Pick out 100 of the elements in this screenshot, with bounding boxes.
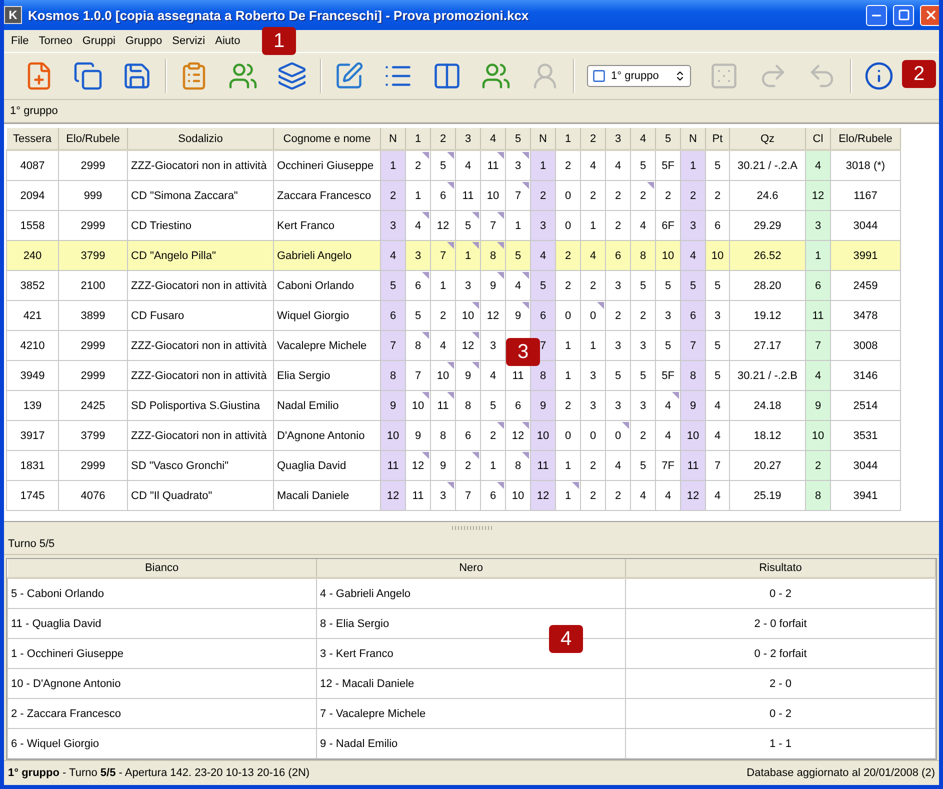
table-cell: 11 bbox=[806, 300, 830, 330]
table-row[interactable]: 2094 999 CD "Simona Zaccara" Zaccara Francesco 2 1 6 11 10 7 2 0 2 2 2 2 2 2 24.6 12 1167 bbox=[6, 180, 900, 210]
minimize-button[interactable] bbox=[866, 4, 887, 26]
column-header[interactable]: Pt bbox=[706, 128, 730, 150]
table-cell: 1 bbox=[556, 480, 580, 510]
table-cell: 4076 bbox=[58, 480, 128, 510]
table-cell: 11 - Quaglia David bbox=[8, 608, 317, 638]
table-cell: 3 bbox=[806, 210, 830, 240]
splitter-handle[interactable] bbox=[452, 526, 492, 530]
column-header[interactable]: 1 bbox=[556, 128, 580, 150]
table-row[interactable]: 3949 2999 ZZZ-Giocatori non in attività Elia Sergio 8 7 10 9 4 11 8 1 3 5 5 5F 8 5 30.21 / -.2.B 4 3146 bbox=[6, 360, 900, 390]
column-header[interactable]: N bbox=[680, 128, 706, 150]
column-header[interactable]: Elo/Rubele bbox=[830, 128, 900, 150]
table-cell: 10 - D'Agnone Antonio bbox=[8, 668, 317, 698]
table-row[interactable]: 1558 2999 CD Triestino Kert Franco 3 4 12 5 7 1 3 0 1 2 4 6F 3 6 29.29 3 3044 bbox=[6, 210, 900, 240]
users-icon bbox=[228, 61, 258, 91]
column-header[interactable]: 1 bbox=[406, 128, 430, 150]
menu-item[interactable]: Gruppi bbox=[77, 35, 120, 47]
table-row[interactable]: 240 3799 CD "Angelo Pilla" Gabrieli Angelo 4 3 7 1 8 5 4 2 4 6 8 10 4 10 26.52 1 3991 bbox=[6, 240, 900, 270]
close-icon bbox=[924, 8, 938, 22]
table-cell: 12 bbox=[530, 480, 556, 510]
group-select[interactable]: 1° gruppo bbox=[587, 65, 691, 87]
column-header[interactable]: 4 bbox=[630, 128, 656, 150]
table-row[interactable]: 4087 2999 ZZZ-Giocatori non in attività Occhineri Giuseppe 1 2 5 4 11 3 1 2 4 4 5 5F 1 5 30.21 / -.2.A 4 3018 (*) bbox=[6, 150, 900, 180]
table-cell: 6 bbox=[680, 300, 706, 330]
table-cell: 2 - 0 forfait bbox=[626, 608, 936, 638]
table-cell: 10 bbox=[530, 420, 556, 450]
column-header[interactable]: 3 bbox=[606, 128, 630, 150]
table-cell: 4 bbox=[806, 150, 830, 180]
table-cell: 11 bbox=[380, 450, 406, 480]
table-cell: 7 bbox=[380, 330, 406, 360]
menu-item[interactable]: Servizi bbox=[167, 35, 210, 47]
table-row[interactable]: 421 3899 CD Fusaro Wiquel Giorgio 6 5 2 10 12 9 6 0 0 2 2 3 6 3 19.12 11 3478 bbox=[6, 300, 900, 330]
table-cell: 0 - 2 forfait bbox=[626, 638, 936, 668]
round-label: Turno 5/5 bbox=[8, 538, 55, 550]
table-cell: 7 bbox=[456, 480, 480, 510]
table-cell: 2 bbox=[680, 180, 706, 210]
table-row[interactable]: 1745 4076 CD "Il Quadrato" Macali Daniele 12 11 3 7 6 10 12 1 2 2 4 4 12 4 25.19 8 3941 bbox=[6, 480, 900, 510]
windows-icon bbox=[73, 61, 103, 91]
table-cell: 12 bbox=[680, 480, 706, 510]
menu-item[interactable]: File bbox=[6, 35, 34, 47]
table-cell: 6 bbox=[380, 300, 406, 330]
table-row[interactable]: 3917 3799 ZZZ-Giocatori non in attività D'Agnone Antonio 10 9 8 6 2 12 10 0 0 0 2 4 10 4 18.12 10 3531 bbox=[6, 420, 900, 450]
column-header[interactable]: Cognome e nome bbox=[274, 128, 380, 150]
table-cell: 3941 bbox=[830, 480, 900, 510]
table-cell: 1 bbox=[680, 150, 706, 180]
maximize-button[interactable] bbox=[893, 4, 914, 26]
save-icon bbox=[122, 61, 152, 91]
table-cell: 3 bbox=[530, 210, 556, 240]
column-header[interactable]: Bianco bbox=[8, 559, 317, 578]
column-header[interactable]: 4 bbox=[480, 128, 506, 150]
callout-badge: 3 bbox=[506, 338, 540, 366]
column-header[interactable]: Tessera bbox=[6, 128, 58, 150]
table-cell: 2 bbox=[806, 450, 830, 480]
table-cell: 2 - 0 bbox=[626, 668, 936, 698]
menu-item[interactable]: Gruppo bbox=[120, 35, 168, 47]
table-cell: 4 bbox=[806, 360, 830, 390]
table-cell: 11 bbox=[406, 480, 430, 510]
column-header[interactable]: 5 bbox=[656, 128, 680, 150]
table-cell: 9 - Nadal Emilio bbox=[316, 728, 626, 758]
menu-item[interactable]: Torneo bbox=[34, 35, 78, 47]
table-cell: 10 bbox=[806, 420, 830, 450]
column-header[interactable]: 2 bbox=[580, 128, 606, 150]
table-cell: 1745 bbox=[6, 480, 58, 510]
group-label: 1° gruppo bbox=[10, 105, 58, 117]
column-header[interactable]: 2 bbox=[430, 128, 456, 150]
close-button[interactable] bbox=[920, 4, 939, 26]
table-cell: CD "Il Quadrato" bbox=[128, 480, 274, 510]
table-cell: 2 - Zaccara Francesco bbox=[8, 698, 317, 728]
menu-item[interactable]: Aiuto bbox=[210, 35, 246, 47]
table-cell: 2 bbox=[380, 180, 406, 210]
table-cell: 10 bbox=[680, 420, 706, 450]
column-header[interactable]: 5 bbox=[506, 128, 530, 150]
table-row[interactable]: 3852 2100 ZZZ-Giocatori non in attività Caboni Orlando 5 6 1 3 9 4 5 2 2 3 5 5 5 5 28.20 6 2459 bbox=[6, 270, 900, 300]
column-header[interactable]: Cl bbox=[806, 128, 830, 150]
table-cell: 2 bbox=[580, 480, 606, 510]
table-cell: 12 bbox=[380, 480, 406, 510]
table-row[interactable]: 139 2425 SD Polisportiva S.Giustina Nadal Emilio 9 10 11 8 5 6 9 2 3 3 3 4 9 4 24.18 9 2514 bbox=[6, 390, 900, 420]
table-cell: 6 - Wiquel Giorgio bbox=[8, 728, 317, 758]
table-row[interactable]: 1831 2999 SD "Vasco Gronchi" Quaglia David 11 12 9 2 1 8 11 1 2 4 5 7F 11 7 20.27 2 3044 bbox=[6, 450, 900, 480]
table-cell: 5 bbox=[680, 270, 706, 300]
column-header[interactable]: Sodalizio bbox=[128, 128, 274, 150]
column-header[interactable]: Risultato bbox=[626, 559, 936, 578]
column-header[interactable]: Elo/Rubele bbox=[58, 128, 128, 150]
column-header[interactable]: N bbox=[530, 128, 556, 150]
table-cell: 8 bbox=[380, 360, 406, 390]
table-cell: 5 - Caboni Orlando bbox=[8, 578, 317, 608]
table-cell: 8 bbox=[806, 480, 830, 510]
callout-badge: 1 bbox=[262, 27, 296, 55]
column-header[interactable]: 3 bbox=[456, 128, 480, 150]
table-cell: 4 bbox=[530, 240, 556, 270]
table-cell: 9 bbox=[380, 390, 406, 420]
column-header[interactable]: Qz bbox=[730, 128, 806, 150]
table-cell: 12 - Macali Daniele bbox=[316, 668, 626, 698]
column-header[interactable]: N bbox=[380, 128, 406, 150]
column-header[interactable]: Nero bbox=[316, 559, 626, 578]
table-cell: 3 bbox=[430, 480, 456, 510]
table-cell: Macali Daniele bbox=[274, 480, 380, 510]
table-cell: 7 bbox=[680, 330, 706, 360]
table-cell: 11 bbox=[530, 450, 556, 480]
